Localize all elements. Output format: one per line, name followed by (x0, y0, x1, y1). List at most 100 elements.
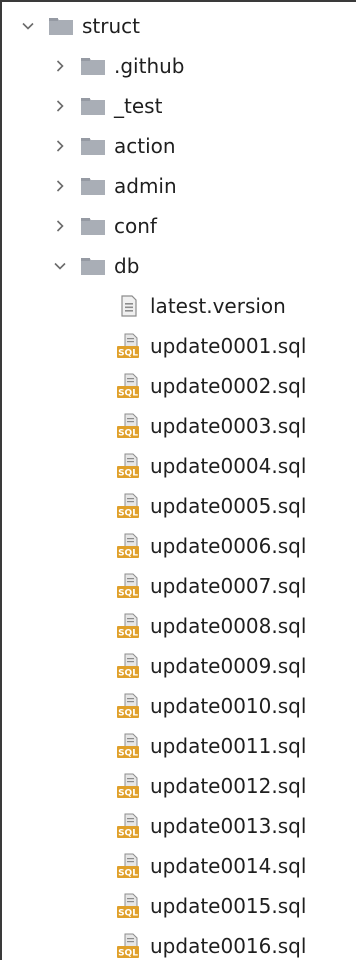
tree-node-db[interactable]: db (0, 246, 356, 286)
tree-node-label: action (114, 134, 176, 158)
svg-text:SQL: SQL (118, 629, 138, 639)
tree-node-label: db (114, 254, 140, 278)
tree-file-sql[interactable]: SQL update0016.sql (0, 926, 356, 966)
tree-node-label: admin (114, 174, 177, 198)
svg-text:SQL: SQL (118, 509, 138, 519)
tree-file-label: update0009.sql (150, 654, 307, 678)
tree-file-sql[interactable]: SQL update0009.sql (0, 646, 356, 686)
tree-file-label: update0011.sql (150, 734, 307, 758)
svg-text:SQL: SQL (118, 349, 138, 359)
tree-file-sql[interactable]: SQL update0007.sql (0, 566, 356, 606)
folder-icon (48, 16, 74, 36)
sql-file-icon: SQL (116, 893, 142, 919)
tree-file-label: update0008.sql (150, 614, 307, 638)
tree-file-label: update0001.sql (150, 334, 307, 358)
tree-node-label: .github (114, 54, 185, 78)
tree-file-sql[interactable]: SQL update0010.sql (0, 686, 356, 726)
svg-text:SQL: SQL (118, 589, 138, 599)
tree-file-sql[interactable]: SQL update0013.sql (0, 806, 356, 846)
sql-file-icon: SQL (116, 693, 142, 719)
tree-node-action[interactable]: action (0, 126, 356, 166)
sql-file-icon: SQL (116, 933, 142, 959)
folder-icon (80, 176, 106, 196)
folder-icon (80, 216, 106, 236)
tree-file-label: update0016.sql (150, 934, 307, 958)
sql-file-icon: SQL (116, 533, 142, 559)
tree-node-conf[interactable]: conf (0, 206, 356, 246)
tree-file-sql[interactable]: SQL update0004.sql (0, 446, 356, 486)
window-frame-top (0, 0, 356, 2)
svg-text:SQL: SQL (118, 549, 138, 559)
svg-text:SQL: SQL (118, 429, 138, 439)
chevron-right-icon[interactable] (52, 138, 68, 154)
chevron-right-icon[interactable] (52, 178, 68, 194)
tree-file-label: update0015.sql (150, 894, 307, 918)
tree-file-sql[interactable]: SQL update0012.sql (0, 766, 356, 806)
svg-text:SQL: SQL (118, 749, 138, 759)
tree-file-label: update0005.sql (150, 494, 307, 518)
folder-icon (80, 136, 106, 156)
svg-text:SQL: SQL (118, 869, 138, 879)
sql-file-icon: SQL (116, 373, 142, 399)
chevron-down-icon[interactable] (52, 258, 68, 274)
tree-file-sql[interactable]: SQL update0005.sql (0, 486, 356, 526)
tree-file-label: update0003.sql (150, 414, 307, 438)
svg-text:SQL: SQL (118, 389, 138, 399)
sql-file-icon: SQL (116, 813, 142, 839)
tree-node-label: conf (114, 214, 157, 238)
sql-file-icon: SQL (116, 773, 142, 799)
svg-text:SQL: SQL (118, 669, 138, 679)
svg-text:SQL: SQL (118, 829, 138, 839)
tree-node-label: struct (82, 14, 140, 38)
tree-file-sql[interactable]: SQL update0001.sql (0, 326, 356, 366)
folder-icon (80, 256, 106, 276)
tree-file-sql[interactable]: SQL update0006.sql (0, 526, 356, 566)
tree-node-struct[interactable]: struct (0, 6, 356, 46)
tree-file-sql[interactable]: SQL update0003.sql (0, 406, 356, 446)
svg-text:SQL: SQL (118, 709, 138, 719)
folder-icon (80, 56, 106, 76)
tree-file-label: update0004.sql (150, 454, 307, 478)
tree-file-sql[interactable]: SQL update0008.sql (0, 606, 356, 646)
svg-text:SQL: SQL (118, 789, 138, 799)
tree-file-label: update0006.sql (150, 534, 307, 558)
tree-node-github[interactable]: .github (0, 46, 356, 86)
chevron-right-icon[interactable] (52, 58, 68, 74)
svg-text:SQL: SQL (118, 909, 138, 919)
tree-file-latest-version[interactable]: latest.version (0, 286, 356, 326)
tree-file-sql[interactable]: SQL update0011.sql (0, 726, 356, 766)
tree-file-label: latest.version (150, 294, 286, 318)
tree-node-label: _test (114, 94, 163, 118)
sql-file-icon: SQL (116, 653, 142, 679)
sql-file-icon: SQL (116, 853, 142, 879)
tree-node-admin[interactable]: admin (0, 166, 356, 206)
project-tree: struct .github _test action admin conf d… (0, 6, 356, 966)
sql-file-icon: SQL (116, 573, 142, 599)
chevron-right-icon[interactable] (52, 98, 68, 114)
tree-file-label: update0013.sql (150, 814, 307, 838)
tree-file-label: update0007.sql (150, 574, 307, 598)
tree-file-sql[interactable]: SQL update0014.sql (0, 846, 356, 886)
tree-file-sql[interactable]: SQL update0015.sql (0, 886, 356, 926)
chevron-right-icon[interactable] (52, 218, 68, 234)
text-file-icon (116, 293, 142, 319)
tree-node-test[interactable]: _test (0, 86, 356, 126)
tree-file-sql[interactable]: SQL update0002.sql (0, 366, 356, 406)
tree-file-label: update0014.sql (150, 854, 307, 878)
chevron-down-icon[interactable] (20, 18, 36, 34)
tree-file-label: update0010.sql (150, 694, 307, 718)
